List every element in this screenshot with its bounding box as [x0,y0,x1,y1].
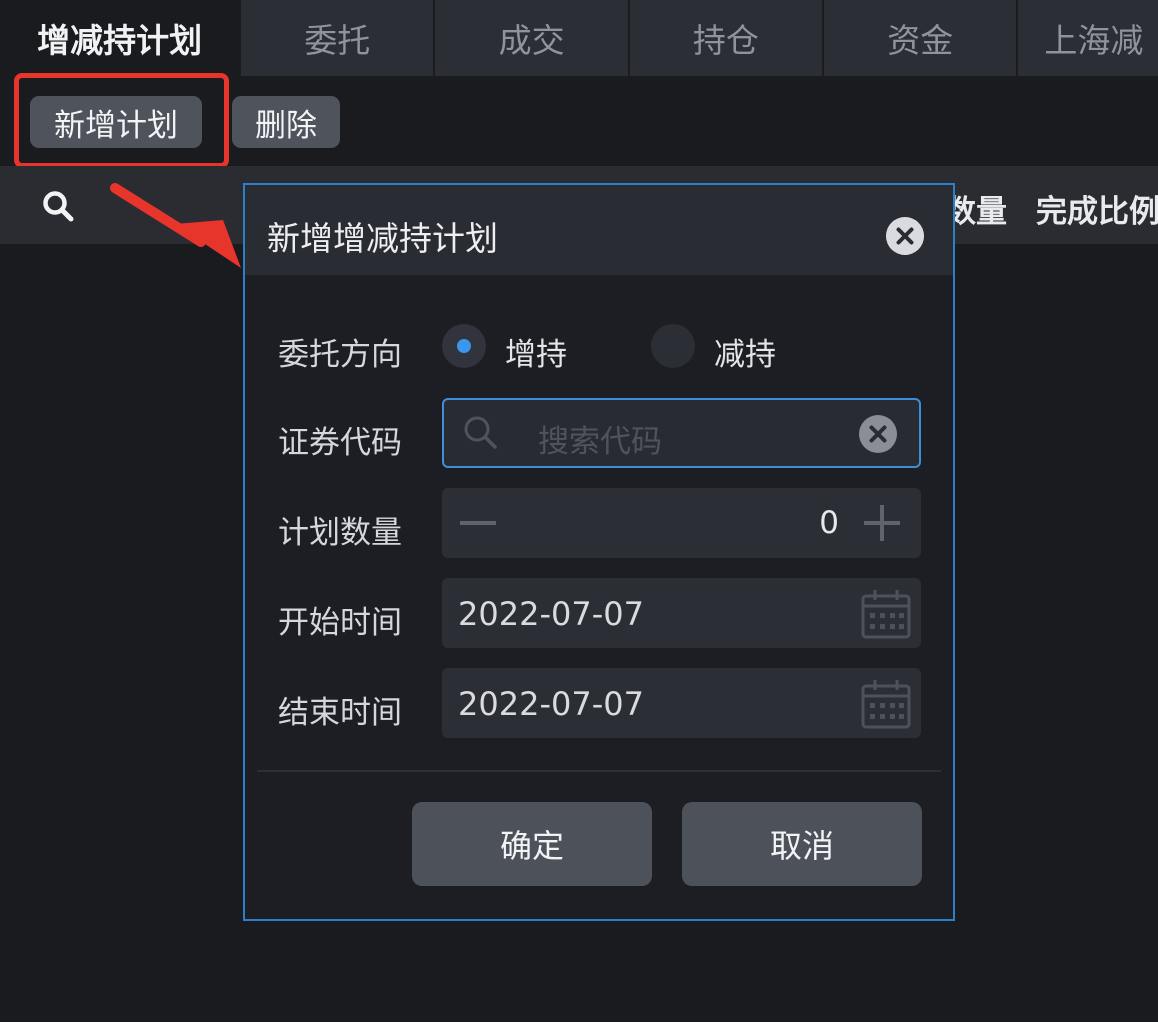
calendar-icon[interactable] [860,678,912,730]
close-icon[interactable] [886,217,924,255]
search-icon[interactable] [42,190,76,224]
minus-icon[interactable] [458,510,498,536]
tab-shanghai[interactable]: 上海减 [1018,0,1158,76]
end-date-input[interactable]: 2022-07-07 [442,668,921,738]
column-header-completion: 完成比例 [1036,194,1158,230]
quantity-stepper[interactable]: 0 [442,488,921,558]
end-time-label: 结束时间 [278,695,402,731]
search-icon [464,416,497,449]
code-placeholder: 搜索代码 [538,424,662,460]
start-date-input[interactable]: 2022-07-07 [442,578,921,648]
direction-label: 委托方向 [278,337,402,373]
add-plan-dialog: 新增增减持计划 委托方向 增持 减持 证券代码 搜索代码 计划数量 0 开始时间… [243,183,955,921]
tab-bar: 增减持计划 委托 成交 持仓 资金 上海减 [0,0,1158,76]
highlight-box [14,73,229,168]
clear-icon[interactable] [858,414,898,454]
tab-trades[interactable]: 成交 [435,0,630,76]
quantity-label: 计划数量 [278,515,402,551]
dialog-divider [257,770,941,772]
tab-positions[interactable]: 持仓 [630,0,825,76]
radio-decrease[interactable] [651,324,695,368]
radio-decrease-label[interactable]: 减持 [714,329,776,374]
code-search-input[interactable]: 搜索代码 [442,398,921,468]
app-screen: 增减持计划 委托 成交 持仓 资金 上海减 新增计划 删除 数量 完成比例 新增… [0,0,1158,1022]
plus-icon[interactable] [862,503,902,543]
start-time-label: 开始时间 [278,605,402,641]
cancel-button[interactable]: 取消 [682,802,922,886]
tab-funds[interactable]: 资金 [824,0,1019,76]
radio-increase-label[interactable]: 增持 [505,329,567,374]
arrow-annotation [110,183,241,268]
quantity-value[interactable]: 0 [819,505,839,541]
confirm-button[interactable]: 确定 [412,802,652,886]
delete-button[interactable]: 删除 [232,96,340,148]
code-label: 证券代码 [278,425,402,461]
calendar-icon[interactable] [860,588,912,640]
start-date-value: 2022-07-07 [458,595,644,633]
radio-increase[interactable] [442,324,486,368]
end-date-value: 2022-07-07 [458,685,644,723]
tab-orders[interactable]: 委托 [241,0,436,76]
tab-plan[interactable]: 增减持计划 [0,0,242,76]
dialog-title: 新增增减持计划 [267,219,498,258]
dialog-header: 新增增减持计划 [245,185,953,275]
